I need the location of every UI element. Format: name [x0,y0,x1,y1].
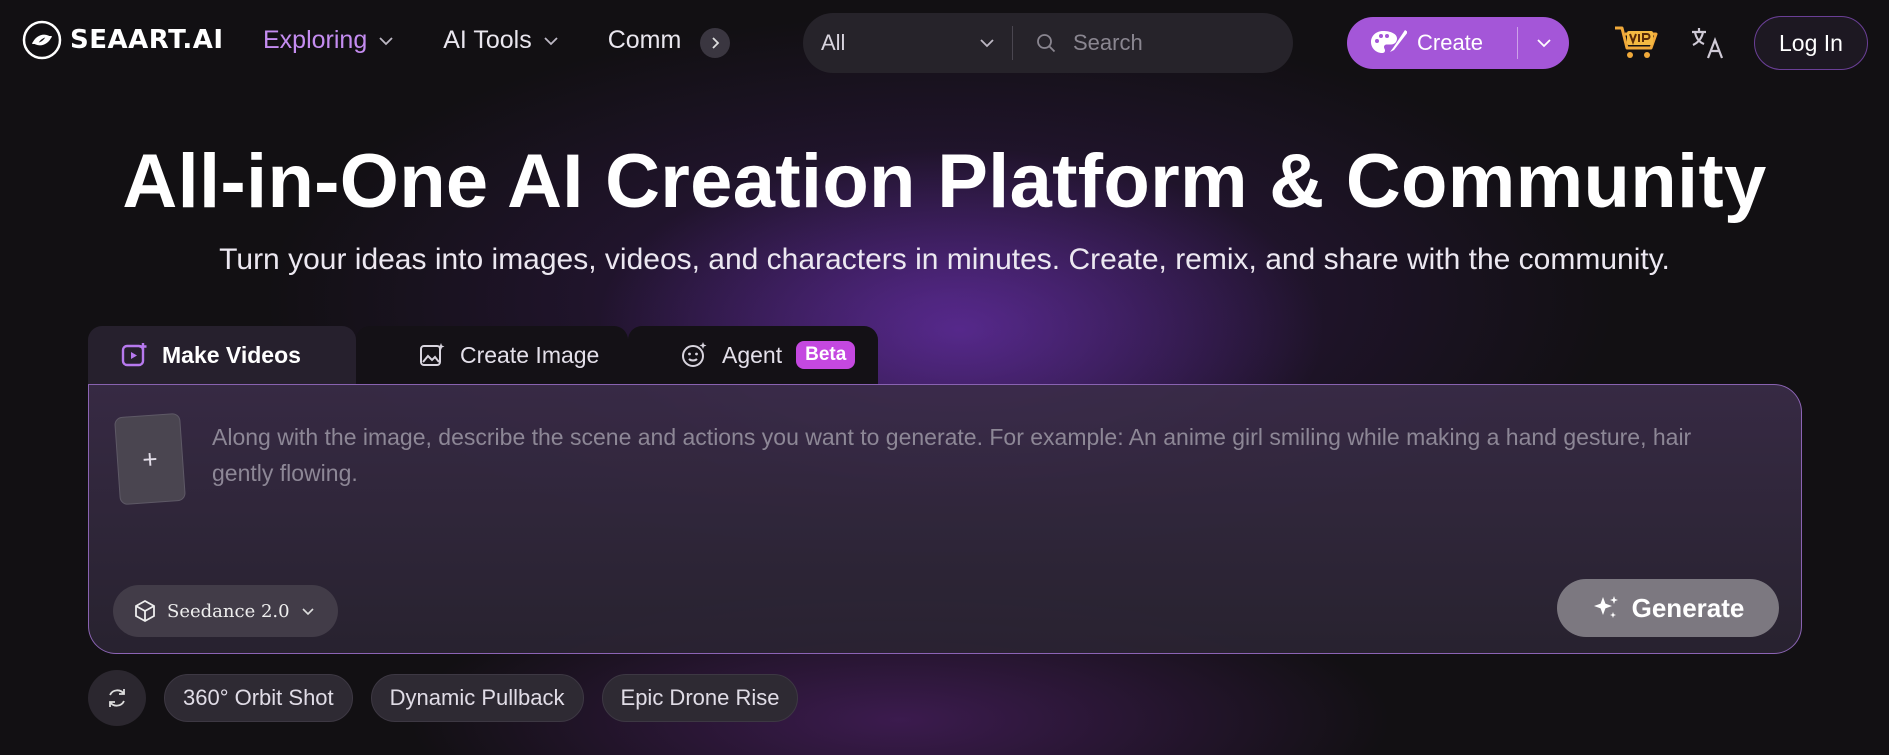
model-value: Seedance 2.0 [167,600,290,622]
prompt-input[interactable] [212,419,1732,529]
suggestion-chip[interactable]: Epic Drone Rise [601,674,799,722]
login-button[interactable]: Log In [1754,16,1868,70]
cube-icon [135,599,155,623]
model-select[interactable]: Seedance 2.0 [113,585,338,637]
nav-community-label: Comm [607,26,682,54]
create-button-group: Create [1347,17,1569,69]
translate-icon[interactable] [1688,24,1726,62]
palette-brush-icon [1371,30,1407,53]
search-category-select[interactable]: All [803,30,1012,56]
prompt-suggestions: 360° Orbit Shot Dynamic Pullback Epic Dr… [88,670,799,726]
prompt-panel: + Seedance 2.0 Generate [88,384,1802,654]
search-field [1013,30,1293,56]
creation-tabs: Make Videos Create Image Agent Beta [88,326,878,384]
chevron-right-icon [712,37,720,49]
nav-scroll-right-button[interactable] [700,28,730,58]
tab-agent[interactable]: Agent Beta [628,326,878,384]
chevron-down-icon [379,36,393,45]
video-plus-icon [121,343,147,367]
image-upload-button[interactable]: + [114,412,186,506]
beta-badge: Beta [796,341,856,369]
vip-cart-icon[interactable] [1613,24,1661,60]
plus-icon: + [141,443,159,474]
create-button[interactable]: Create [1347,17,1517,69]
nav-exploring-label: Exploring [263,26,368,54]
chevron-down-icon [544,36,558,45]
chevron-down-icon [302,608,314,616]
tab-make-videos-label: Make Videos [162,341,301,368]
suggestion-chip[interactable]: Dynamic Pullback [370,674,584,722]
logo[interactable]: SEAART.AI [22,20,224,60]
chevron-down-icon [1536,39,1551,48]
tab-agent-label: Agent [722,341,783,368]
agent-smile-icon [682,342,707,367]
search-category-value: All [821,30,846,55]
search-input[interactable] [1073,30,1293,56]
generate-label: Generate [1631,592,1745,623]
tab-create-image[interactable]: Create Image [356,326,628,384]
search-icon [1037,34,1056,53]
sparkle-icon [1593,596,1618,618]
main-nav: Exploring AI Tools Comm [263,26,681,55]
logo-text: SEAART.AI [70,25,224,55]
page-title: All-in-One AI Creation Platform & Commun… [122,139,1767,224]
page-subtitle: Turn your ideas into images, videos, and… [219,243,1670,276]
nav-exploring[interactable]: Exploring [263,26,395,55]
image-sparkle-icon [420,343,445,366]
refresh-suggestions-button[interactable] [88,670,146,726]
chevron-down-icon [980,39,994,48]
tab-make-videos[interactable]: Make Videos [88,326,356,384]
top-header: SEAART.AI Exploring AI Tools Comm All Se… [0,0,1889,86]
search-bar: All [803,13,1293,73]
nav-community[interactable]: Comm [608,26,682,55]
create-dropdown-button[interactable] [1518,34,1569,52]
tab-create-image-label: Create Image [460,341,600,368]
refresh-icon [109,689,125,707]
generate-button[interactable]: Generate [1557,579,1779,637]
suggestion-chip[interactable]: 360° Orbit Shot [164,674,353,722]
create-label: Create [1417,30,1484,55]
nav-ai-tools[interactable]: AI Tools [443,26,559,55]
seaart-logo-icon [22,20,62,60]
nav-ai-tools-label: AI Tools [443,26,532,54]
